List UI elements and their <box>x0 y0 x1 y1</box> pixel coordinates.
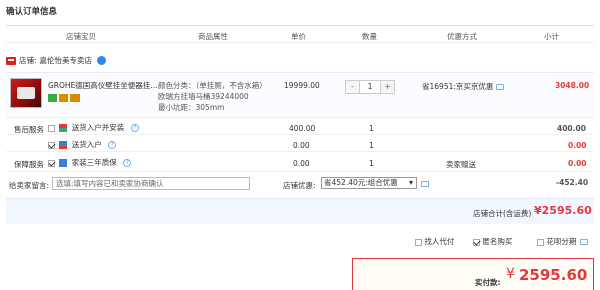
payment-currency: ¥ <box>506 266 515 282</box>
service-warranty-qty: 1 <box>369 159 374 168</box>
help-icon[interactable]: ? <box>123 159 132 167</box>
quantity-stepper[interactable]: - 1 + <box>345 80 395 94</box>
service-row-install: 送货入户并安装 ? <box>48 122 139 133</box>
shop-icon <box>6 56 16 65</box>
payment-amount: 2595.60 <box>519 266 588 284</box>
guarantee-icon <box>59 94 68 102</box>
col-discount: 优惠方式 <box>447 32 477 41</box>
col-quantity: 数量 <box>362 32 377 41</box>
divider <box>6 151 594 152</box>
product-thumbnail[interactable] <box>10 78 42 108</box>
credit-card-icon <box>70 94 80 102</box>
shop-discount-amount: -452.40 <box>556 178 589 187</box>
service-delivery-price: 0.00 <box>293 141 310 150</box>
item-promo: 省16951:京买京优惠 <box>422 81 505 92</box>
help-icon[interactable]: ? <box>108 141 117 149</box>
service-install-checkbox[interactable] <box>48 124 55 132</box>
service-row-warranty: 家装三年质保 ? <box>48 157 132 168</box>
protection-label: 保障服务 <box>14 160 44 169</box>
anonymous-checkbox[interactable] <box>473 238 480 246</box>
message-label: 给卖家留言: <box>9 181 50 190</box>
help-icon[interactable]: ? <box>130 124 139 132</box>
service-warranty-price: 0.00 <box>293 159 310 168</box>
chevron-down-icon <box>409 181 413 185</box>
shop-row: 店铺: 嘉伦怡美专卖店 <box>6 55 107 66</box>
shop-discount-label: 店铺优惠: <box>283 181 316 190</box>
delivery-service-icon <box>59 141 68 149</box>
qty-increase-button[interactable]: + <box>381 81 394 93</box>
item-subtotal: 3048.00 <box>555 81 590 90</box>
seven-day-return-icon <box>48 94 57 102</box>
option-anonymous[interactable]: 匿名购买 <box>473 236 512 247</box>
option-pay-for-me[interactable]: 找人代付 <box>415 236 454 247</box>
shop-total-value: ¥2595.60 <box>534 204 592 217</box>
service-delivery-checkbox[interactable] <box>48 141 55 149</box>
page-title: 确认订单信息 <box>6 7 58 17</box>
service-delivery-qty: 1 <box>369 141 374 150</box>
shop-total-label: 店铺合计(含运费) <box>473 209 532 218</box>
shop-name[interactable]: 嘉伦怡美专卖店 <box>40 55 93 66</box>
service-row-delivery: 送货入户 ? <box>48 139 117 150</box>
col-subtotal: 小计 <box>544 32 559 41</box>
service-install-qty: 1 <box>369 124 374 133</box>
service-warranty-discount: 卖家赠送 <box>446 160 476 169</box>
divider <box>6 134 594 135</box>
item-unit-price: 19999.00 <box>284 81 320 90</box>
chat-icon[interactable] <box>97 56 107 65</box>
service-delivery-total: 0.00 <box>568 141 587 150</box>
option-installment[interactable]: 花呗分期 <box>537 236 588 247</box>
product-attributes: 颜色分类：（单挂厕，不含水箱） 欧瑞方挂墙马桶39244000 最小坑距：305mm <box>158 81 267 112</box>
installment-checkbox[interactable] <box>537 238 544 246</box>
service-install-price: 400.00 <box>289 124 316 133</box>
service-warranty-total: 0.00 <box>568 159 587 168</box>
warranty-service-icon <box>59 159 68 167</box>
shop-label: 店铺: <box>19 56 37 65</box>
seller-message-input[interactable]: 选填:填写内容已和卖家协商确认 <box>52 177 250 190</box>
discount-info-icon[interactable] <box>421 179 429 188</box>
product-tags <box>48 94 157 104</box>
qty-input[interactable]: 1 <box>359 81 381 93</box>
col-attributes: 商品属性 <box>198 32 228 41</box>
column-divider <box>6 42 594 43</box>
qty-decrease-button[interactable]: - <box>346 81 359 93</box>
service-warranty-checkbox[interactable] <box>48 159 55 167</box>
header-divider <box>6 25 594 26</box>
promo-info-icon[interactable] <box>496 84 505 90</box>
install-service-icon <box>59 124 68 132</box>
product-name[interactable]: GROHE德国高仪壁挂坐便器挂... <box>48 80 157 104</box>
service-install-total: 400.00 <box>557 124 586 133</box>
col-unit-price: 单价 <box>291 32 306 41</box>
installment-info-icon[interactable] <box>579 239 588 245</box>
pay-for-me-checkbox[interactable] <box>415 238 422 246</box>
payment-label: 实付款: <box>475 278 501 287</box>
divider <box>6 171 594 172</box>
col-shop-item: 店铺宝贝 <box>66 32 96 41</box>
shop-discount-select[interactable]: 省452.40元:组合优惠 <box>321 177 417 189</box>
